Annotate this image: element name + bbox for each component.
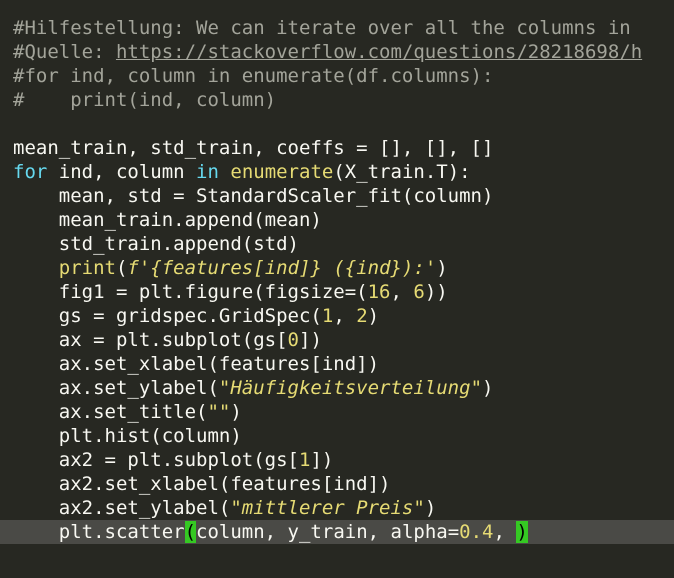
code-token: plt.hist(column) <box>13 425 242 447</box>
code-line[interactable]: ax2 = plt.subplot(gs[1]) <box>0 448 674 472</box>
code-token: 0.4 <box>459 521 494 543</box>
code-line[interactable]: mean_train.append(mean) <box>0 208 674 232</box>
code-token: ind, column <box>47 161 197 183</box>
code-token: mean_train, std_train, coeffs = [], [], … <box>13 137 494 159</box>
code-token: , <box>333 305 357 327</box>
code-line[interactable]: mean, std = StandardScaler_fit(column) <box>0 184 674 208</box>
code-token: , <box>493 521 517 543</box>
code-token: column, y_train, alpha= <box>196 521 460 543</box>
code-token: ax.set_title( <box>13 401 208 423</box>
code-token: ) <box>482 377 494 399</box>
code-token: # print(ind, column) <box>13 89 277 111</box>
code-line[interactable]: mean_train, std_train, coeffs = [], [], … <box>0 136 674 160</box>
code-token: ) <box>436 257 448 279</box>
code-editor[interactable]: #Hilfestellung: We can iterate over all … <box>0 0 674 578</box>
code-token: print <box>58 257 116 279</box>
code-token: 1 <box>298 449 311 471</box>
code-token: https://stackoverflow.com/questions/2821… <box>115 41 643 63</box>
code-line[interactable]: gs = gridspec.GridSpec(1, 2) <box>0 304 674 328</box>
code-token: 0 <box>287 329 299 351</box>
code-token: 2 <box>356 305 368 327</box>
matched-bracket: ) <box>516 521 528 543</box>
code-token: 16 <box>367 281 391 303</box>
code-token: , <box>390 281 414 303</box>
code-line[interactable]: ax2.set_xlabel(features[ind]) <box>0 472 674 496</box>
code-token: ]) <box>299 329 322 351</box>
code-token: 6 <box>413 281 425 303</box>
code-token: ax.set_xlabel(features[ind]) <box>13 353 380 375</box>
code-token: ) <box>424 497 437 519</box>
code-line[interactable]: #for ind, column in enumerate(df.columns… <box>0 64 674 88</box>
code-lines[interactable]: #Hilfestellung: We can iterate over all … <box>0 16 674 544</box>
code-line[interactable]: ax2.set_ylabel("mittlerer Preis") <box>0 496 674 520</box>
code-token: (X_train.T): <box>333 161 471 183</box>
current-code-line[interactable]: plt.scatter(column, y_train, alpha=0.4, … <box>0 520 674 544</box>
code-token: #for ind, column in enumerate(df.columns… <box>13 65 494 87</box>
code-token: #Hilfestellung: We can iterate over all … <box>13 17 631 39</box>
code-token: "Häufigkeitsverteilung" <box>218 377 483 399</box>
code-token: f'{features[ind]} ({ind}):' <box>127 257 437 279</box>
code-token: plt.scatter <box>13 521 185 543</box>
code-token: ) <box>367 305 380 327</box>
code-token: enumerate <box>230 161 334 183</box>
code-token: 1 <box>321 305 334 327</box>
code-line[interactable]: std_train.append(std) <box>0 232 674 256</box>
code-token: ) <box>230 401 242 423</box>
matched-bracket: ( <box>184 521 197 543</box>
code-line[interactable]: ax.set_ylabel("Häufigkeitsverteilung") <box>0 376 674 400</box>
code-line[interactable]: ax.set_title("") <box>0 400 674 424</box>
code-line[interactable]: fig1 = plt.figure(figsize=(16, 6)) <box>0 280 674 304</box>
code-token: ax2 = plt.subplot(gs[ <box>13 449 299 471</box>
code-token: )) <box>424 281 448 303</box>
code-line[interactable]: plt.hist(column) <box>0 424 674 448</box>
code-token: "mittlerer Preis" <box>230 497 425 519</box>
code-token: mean_train.append(mean) <box>13 209 322 231</box>
code-token: in <box>196 161 219 183</box>
code-line[interactable]: ax.set_xlabel(features[ind]) <box>0 352 674 376</box>
code-token: ax.set_ylabel( <box>13 377 219 399</box>
code-token: #Quelle: <box>13 41 116 63</box>
code-line[interactable]: ax = plt.subplot(gs[0]) <box>0 328 674 352</box>
code-line[interactable]: #Hilfestellung: We can iterate over all … <box>0 16 674 40</box>
code-token: ax = plt.subplot(gs[ <box>13 329 288 351</box>
code-token: ]) <box>310 449 334 471</box>
code-token: ax2.set_xlabel(features[ind]) <box>13 473 391 495</box>
code-token: std_train.append(std) <box>13 233 299 255</box>
code-token: gs = gridspec.GridSpec( <box>13 305 322 327</box>
code-token: "" <box>207 401 231 423</box>
code-line[interactable]: #Quelle: https://stackoverflow.com/quest… <box>0 40 674 64</box>
code-line[interactable]: print(f'{features[ind]} ({ind}):') <box>0 256 674 280</box>
code-token: for <box>13 161 48 183</box>
code-token: fig1 = plt.figure(figsize=( <box>13 281 368 303</box>
code-token: ( <box>115 257 128 279</box>
code-line[interactable]: # print(ind, column) <box>0 88 674 112</box>
code-line[interactable]: for ind, column in enumerate(X_train.T): <box>0 160 674 184</box>
code-token: mean, std = StandardScaler_fit(column) <box>13 185 494 207</box>
code-token: ax2.set_ylabel( <box>13 497 231 519</box>
code-line[interactable] <box>0 112 674 136</box>
